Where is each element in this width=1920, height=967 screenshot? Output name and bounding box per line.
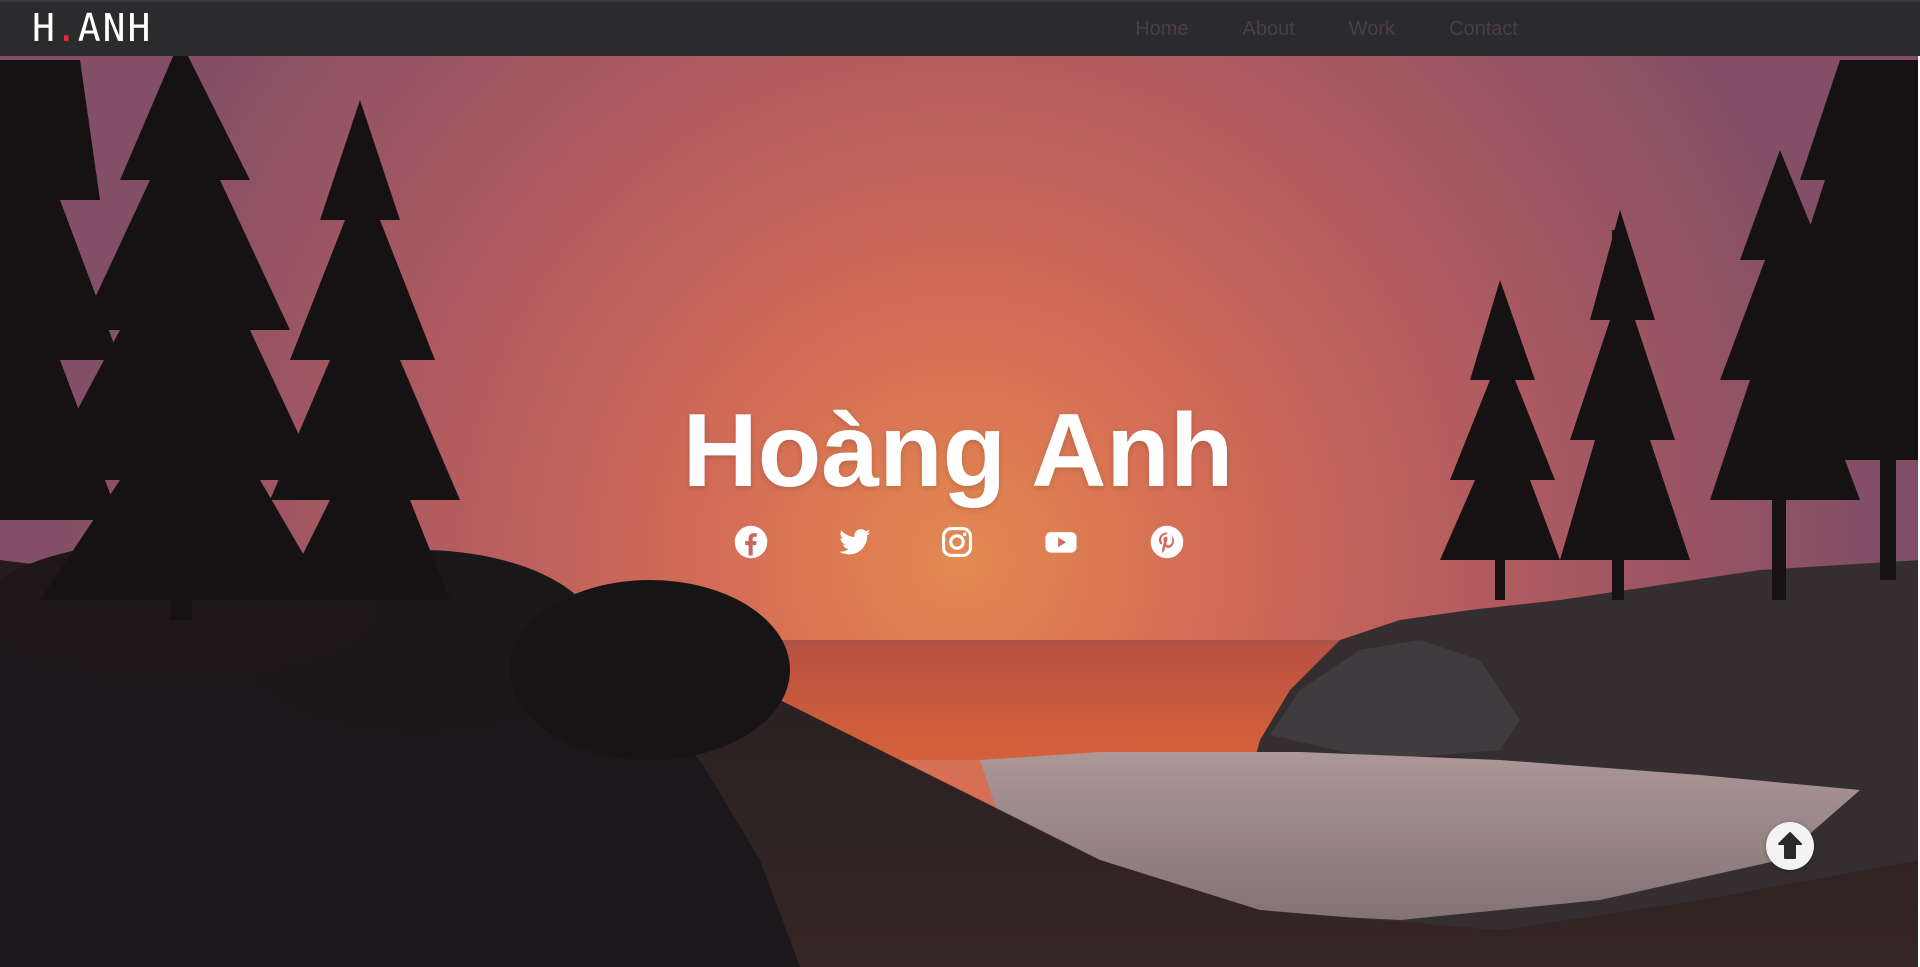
page: H. ANH Home About Work Contact Hoàng Anh [0, 0, 1920, 967]
pinterest-icon[interactable] [1150, 525, 1184, 559]
logo-dot: . [54, 6, 80, 50]
youtube-icon[interactable] [1044, 525, 1078, 559]
facebook-icon[interactable] [734, 525, 768, 559]
hero-title: Hoàng Anh [0, 392, 1920, 511]
nav-link-work[interactable]: Work [1349, 18, 1395, 41]
scroll-to-top-button[interactable] [1766, 822, 1814, 870]
nav-link-contact[interactable]: Contact [1449, 18, 1518, 41]
logo-text-right: ANH [77, 6, 153, 50]
site-logo[interactable]: H. ANH [32, 8, 152, 48]
logo-text-left: H [32, 6, 57, 50]
twitter-icon[interactable] [838, 525, 872, 559]
nav-link-home[interactable]: Home [1135, 18, 1188, 41]
social-links [734, 525, 1194, 561]
top-navbar: H. ANH Home About Work Contact [0, 0, 1920, 56]
nav-link-about[interactable]: About [1242, 18, 1294, 41]
main-nav: Home About Work Contact [1135, 2, 1518, 56]
instagram-icon[interactable] [940, 525, 974, 559]
arrow-up-circle-icon [1768, 824, 1812, 868]
hero-title-text: Hoàng Anh [682, 393, 1234, 509]
